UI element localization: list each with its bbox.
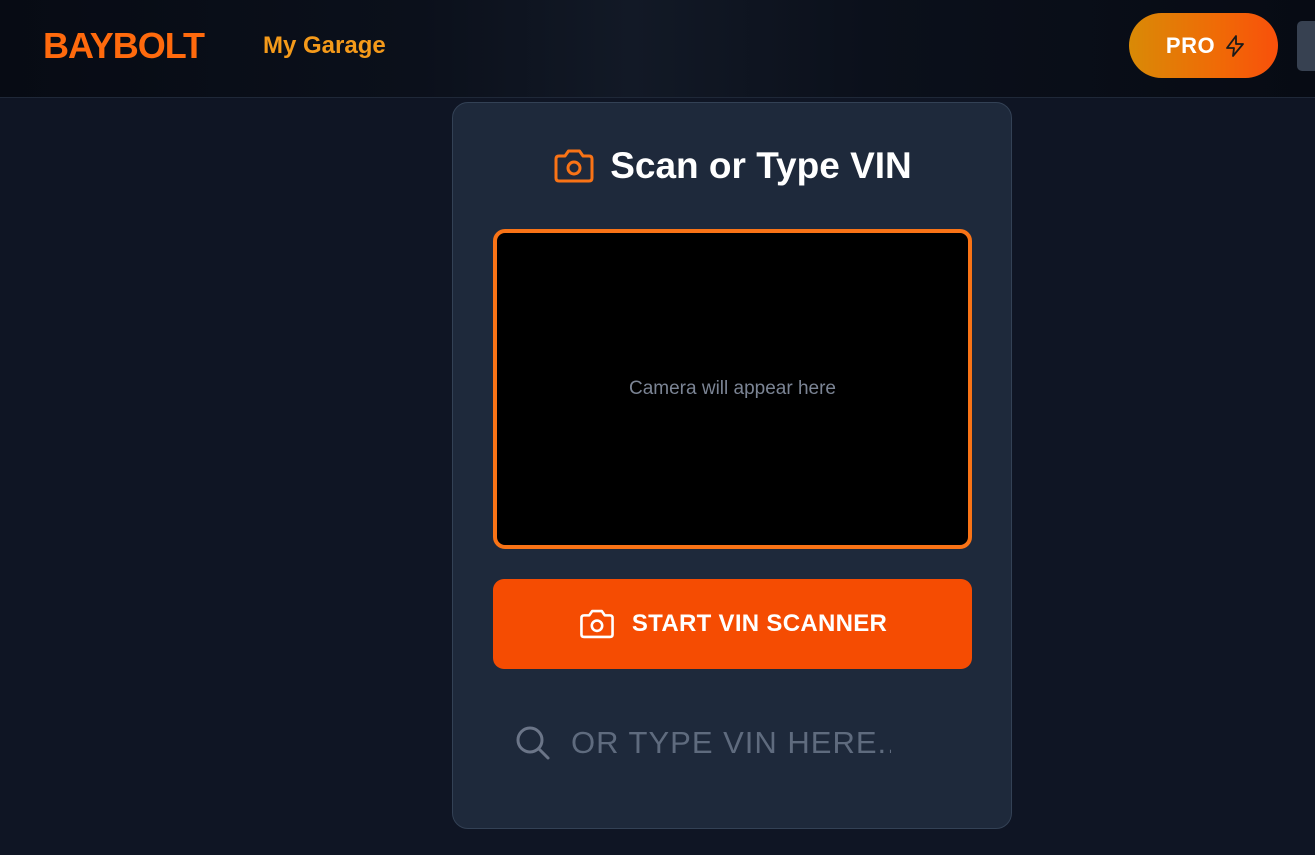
card-title: Scan or Type VIN <box>610 145 912 186</box>
camera-icon <box>554 149 594 183</box>
card-header: Scan or Type VIN <box>453 145 1011 187</box>
start-vin-scanner-label: START VIN SCANNER <box>631 610 888 637</box>
start-vin-scanner-button[interactable]: START VIN SCANNER <box>493 579 972 669</box>
camera-placeholder-text: Camera will appear here <box>629 378 836 399</box>
pro-upgrade-button[interactable]: PRO <box>1129 13 1278 78</box>
camera-icon <box>579 609 614 639</box>
lightning-bolt-icon <box>1226 34 1244 57</box>
search-icon <box>516 726 550 760</box>
nav-link-my-garage[interactable]: My Garage <box>263 32 386 60</box>
menu-button[interactable] <box>1297 21 1315 71</box>
vin-input[interactable] <box>571 721 891 765</box>
pro-button-label: PRO <box>1165 32 1216 58</box>
vin-scanner-card: Scan or Type VIN Camera will appear here… <box>452 102 1012 829</box>
vin-input-field <box>493 703 972 783</box>
brand-logo[interactable]: BAYBOLT <box>43 27 205 65</box>
camera-preview: Camera will appear here <box>493 229 972 549</box>
top-nav-bar: BAYBOLT My Garage PRO <box>0 0 1315 98</box>
